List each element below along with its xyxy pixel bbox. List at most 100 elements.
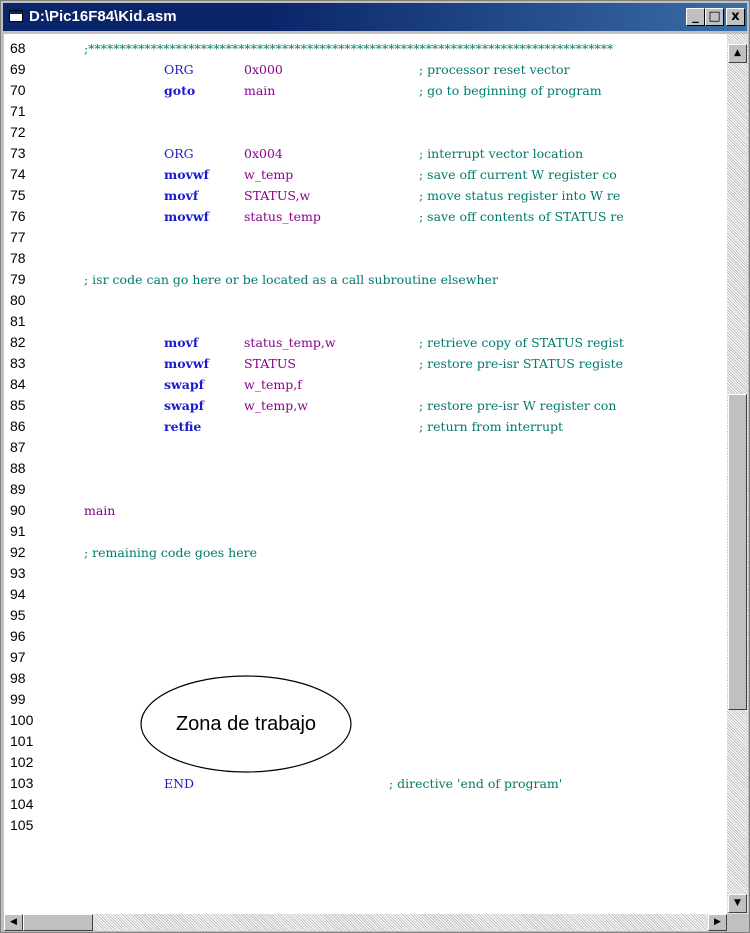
minimize-button[interactable]: _: [686, 8, 705, 26]
line-number: 70: [10, 82, 26, 98]
code-line[interactable]: 90 main: [4, 500, 726, 521]
line-number: 104: [10, 796, 34, 812]
line-number: 93: [10, 565, 26, 581]
instruction: ORG: [164, 62, 194, 77]
operand: STATUS: [244, 356, 296, 371]
scroll-left-icon: ◀: [10, 917, 17, 927]
editor-window: D:\Pic16F84\Kid.asm _ □ x 68 ;***********…: [0, 0, 750, 933]
instruction: movwf: [164, 209, 209, 224]
code-line[interactable]: 93: [4, 563, 726, 584]
code-line[interactable]: 81: [4, 311, 726, 332]
line-number: 92: [10, 544, 26, 560]
code-line[interactable]: 102: [4, 752, 726, 773]
scroll-left-button[interactable]: ◀: [4, 914, 23, 931]
line-number: 88: [10, 460, 26, 476]
instruction: ORG: [164, 146, 194, 161]
code-line[interactable]: 95: [4, 605, 726, 626]
window-icon[interactable]: [9, 10, 23, 22]
operand: main: [244, 83, 276, 98]
code-line[interactable]: 85 swapf w_temp,w ; restore pre-isr W regis…: [4, 395, 726, 416]
code-line[interactable]: 97: [4, 647, 726, 668]
close-button[interactable]: x: [726, 8, 745, 26]
comment-text: ; save off current W register co: [419, 167, 617, 182]
code-line[interactable]: 69 ORG 0x000 ; processor reset vector: [4, 59, 726, 80]
code-line[interactable]: 71: [4, 101, 726, 122]
code-line[interactable]: 105: [4, 815, 726, 836]
operand: status_temp,w: [244, 335, 336, 350]
code-line[interactable]: 68 ;*************************************…: [4, 38, 726, 59]
minimize-icon: _: [692, 9, 699, 24]
line-number: 96: [10, 628, 26, 644]
comment-text: ; restore pre-isr W register con: [419, 398, 617, 413]
code-line[interactable]: 83 movwf STATUS ; restore pre-isr STATUS re…: [4, 353, 726, 374]
operand: status_temp: [244, 209, 321, 224]
code-line[interactable]: 79 ; isr code can go here or be located a…: [4, 269, 726, 290]
code-line[interactable]: 101: [4, 731, 726, 752]
code-line[interactable]: 99: [4, 689, 726, 710]
comment-text: ; restore pre-isr STATUS registe: [419, 356, 624, 371]
line-number: 102: [10, 754, 34, 770]
vertical-scroll-thumb[interactable]: [728, 394, 747, 710]
code-line[interactable]: 92 ; remaining code goes here: [4, 542, 726, 563]
line-number: 79: [10, 271, 26, 287]
line-number: 82: [10, 334, 26, 350]
line-number: 74: [10, 166, 26, 182]
code-line[interactable]: 86 retfie ; return from interrupt: [4, 416, 726, 437]
vertical-scrollbar[interactable]: ▲ ▼: [727, 34, 748, 914]
scroll-right-icon: ▶: [714, 917, 721, 927]
code-line[interactable]: 100: [4, 710, 726, 731]
code-line[interactable]: 74 movwf w_temp ; save off current W regist…: [4, 164, 726, 185]
line-number: 99: [10, 691, 26, 707]
code-line[interactable]: 77: [4, 227, 726, 248]
line-number: 71: [10, 103, 26, 119]
code-line[interactable]: 94: [4, 584, 726, 605]
line-number: 72: [10, 124, 26, 140]
scroll-up-button[interactable]: ▲: [728, 44, 747, 63]
code-line[interactable]: 88: [4, 458, 726, 479]
comment-text: ; retrieve copy of STATUS regist: [419, 335, 624, 350]
code-line[interactable]: 89: [4, 479, 726, 500]
instruction: movwf: [164, 167, 209, 182]
code-line[interactable]: 80: [4, 290, 726, 311]
horizontal-scroll-thumb[interactable]: [23, 914, 93, 931]
scroll-down-icon: ▼: [734, 898, 741, 908]
maximize-icon: □: [708, 9, 721, 24]
line-number: 87: [10, 439, 26, 455]
code-line[interactable]: 91: [4, 521, 726, 542]
code-line[interactable]: 75 movf STATUS,w ; move status register int…: [4, 185, 726, 206]
code-line[interactable]: 78: [4, 248, 726, 269]
code-line[interactable]: 72: [4, 122, 726, 143]
line-number: 98: [10, 670, 26, 686]
code-line[interactable]: 103 END ; directive 'end of program': [4, 773, 726, 794]
code-line[interactable]: 96: [4, 626, 726, 647]
title-bar[interactable]: D:\Pic16F84\Kid.asm _ □ x: [3, 3, 747, 31]
code-line[interactable]: 73 ORG 0x004 ; interrupt vector location: [4, 143, 726, 164]
annotation-text: Zona de trabajo: [175, 712, 317, 735]
code-line[interactable]: 87: [4, 437, 726, 458]
scroll-down-button[interactable]: ▼: [728, 894, 747, 913]
comment-text: ; move status register into W re: [419, 188, 621, 203]
line-number: 69: [10, 61, 26, 77]
code-line[interactable]: 84 swapf w_temp,f: [4, 374, 726, 395]
horizontal-scrollbar[interactable]: ◀ ▶: [4, 914, 727, 931]
line-number: 73: [10, 145, 26, 161]
work-zone-annotation: Zona de trabajo: [139, 674, 353, 774]
code-line[interactable]: 104: [4, 794, 726, 815]
code-line[interactable]: 70 goto main ; go to beginning of program: [4, 80, 726, 101]
instruction: retfie: [164, 419, 202, 434]
maximize-button[interactable]: □: [705, 8, 724, 26]
code-line[interactable]: 98: [4, 668, 726, 689]
client-area: 68 ;*************************************…: [4, 34, 748, 931]
line-number: 77: [10, 229, 26, 245]
comment-text: ; remaining code goes here: [84, 545, 257, 560]
code-line[interactable]: 76 movwf status_temp ; save off contents of…: [4, 206, 726, 227]
operand: 0x004: [244, 146, 283, 161]
comment-text: ; go to beginning of program: [419, 83, 602, 98]
line-number: 75: [10, 187, 26, 203]
code-line[interactable]: 82 movf status_temp,w ; retrieve copy of ST…: [4, 332, 726, 353]
operand: w_temp,f: [244, 377, 302, 392]
instruction: movf: [164, 188, 199, 203]
comment-text: ; interrupt vector location: [419, 146, 584, 161]
scroll-right-button[interactable]: ▶: [708, 914, 727, 931]
code-editor[interactable]: 68 ;*************************************…: [4, 34, 726, 914]
